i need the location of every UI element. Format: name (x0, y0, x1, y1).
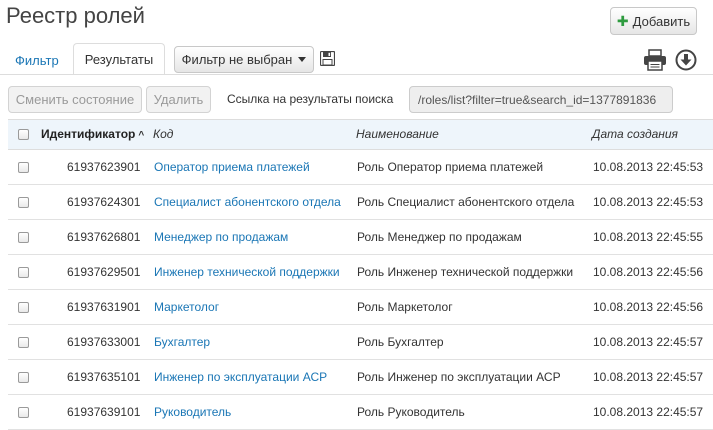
row-created-date: 10.08.2013 22:45:56 (593, 265, 704, 279)
row-id: 61937624301 (67, 195, 141, 209)
chevron-down-icon (298, 57, 307, 62)
print-icon[interactable] (643, 49, 667, 71)
row-id: 61937635101 (67, 370, 141, 384)
row-created-date: 10.08.2013 22:45:57 (593, 370, 704, 384)
row-code-link[interactable]: Менеджер по продажам (154, 230, 288, 244)
sort-ascending-icon: ^ (138, 130, 145, 141)
column-header-created[interactable]: Дата создания (592, 127, 678, 141)
row-name: Роль Оператор приема платежей (357, 160, 544, 174)
row-checkbox[interactable] (18, 197, 29, 208)
add-button[interactable]: ✚ Добавить (610, 7, 697, 35)
row-checkbox[interactable] (18, 267, 29, 278)
page-title: Реестр ролей (6, 3, 145, 28)
row-created-date: 10.08.2013 22:45:57 (593, 405, 704, 419)
table-row: 61937639101 Руководитель Роль Руководитель… (8, 395, 713, 430)
row-code-link[interactable]: Бухгалтер (154, 335, 210, 349)
row-checkbox[interactable] (18, 302, 29, 313)
tabs-divider (0, 74, 713, 75)
search-link-label: Ссылка на результаты поиска (227, 92, 394, 106)
row-id: 61937639101 (67, 405, 141, 419)
row-checkbox[interactable] (18, 337, 29, 348)
row-id: 61937623901 (67, 160, 141, 174)
row-id: 61937629501 (67, 265, 141, 279)
row-id: 61937633001 (67, 335, 141, 349)
row-checkbox[interactable] (18, 232, 29, 243)
row-checkbox[interactable] (18, 407, 29, 418)
tab-results-label: Результаты (84, 51, 154, 67)
row-name: Роль Маркетолог (357, 300, 453, 314)
column-header-id[interactable]: Идентификатор ^ (41, 127, 144, 141)
select-all-checkbox[interactable] (18, 129, 29, 140)
row-checkbox[interactable] (18, 162, 29, 173)
plus-icon: ✚ (616, 12, 629, 29)
row-id: 61937626801 (67, 230, 141, 244)
row-created-date: 10.08.2013 22:45:57 (593, 335, 704, 349)
delete-button[interactable]: Удалить (146, 86, 211, 113)
change-state-button[interactable]: Сменить состояние (8, 86, 142, 113)
row-name: Роль Инженер по эксплуатации АСР (357, 370, 561, 384)
row-code-link[interactable]: Специалист абонентского отдела (154, 195, 341, 209)
row-name: Роль Менеджер по продажам (357, 230, 522, 244)
row-name: Роль Бухгалтер (357, 335, 444, 349)
table-header: Идентификатор ^ Код Наименование Дата соз… (8, 119, 713, 150)
column-header-name[interactable]: Наименование (356, 127, 439, 141)
row-created-date: 10.08.2013 22:45:55 (593, 230, 704, 244)
row-created-date: 10.08.2013 22:45:56 (593, 300, 704, 314)
tab-filter[interactable]: Фильтр (15, 53, 59, 68)
filter-select-value: Фильтр не выбран (181, 52, 293, 67)
row-id: 61937631901 (67, 300, 141, 314)
table-row: 61937635101 Инженер по эксплуатации АСР Ро… (8, 360, 713, 395)
table-body: 61937623901 Оператор приема платежей Роль … (8, 150, 713, 430)
row-created-date: 10.08.2013 22:45:53 (593, 195, 704, 209)
row-created-date: 10.08.2013 22:45:53 (593, 160, 704, 174)
column-header-id-label: Идентификатор (41, 127, 136, 141)
column-header-code[interactable]: Код (153, 127, 173, 141)
row-name: Роль Инженер технической поддержки (357, 265, 574, 279)
row-name: Роль Специалист абонентского отдела (357, 195, 575, 209)
table-row: 61937629501 Инженер технической поддержки… (8, 255, 713, 290)
table-row: 61937626801 Менеджер по продажам Роль Мене… (8, 220, 713, 255)
row-code-link[interactable]: Маркетолог (154, 300, 219, 314)
table-row: 61937623901 Оператор приема платежей Роль … (8, 150, 713, 185)
download-icon[interactable] (675, 49, 697, 71)
row-checkbox[interactable] (18, 372, 29, 383)
search-link-field[interactable]: /roles/list?filter=true&search_id=137789… (409, 86, 673, 113)
add-button-label: Добавить (632, 13, 691, 29)
tab-results[interactable]: Результаты (73, 43, 165, 75)
filter-select[interactable]: Фильтр не выбран (174, 46, 314, 73)
table-row: 61937624301 Специалист абонентского отдел… (8, 185, 713, 220)
save-icon[interactable] (320, 51, 335, 66)
row-code-link[interactable]: Инженер по эксплуатации АСР (154, 370, 327, 384)
roles-table: Идентификатор ^ Код Наименование Дата соз… (8, 119, 713, 430)
row-code-link[interactable]: Инженер технической поддержки (154, 265, 340, 279)
table-row: 61937633001 Бухгалтер Роль Бухгалтер 10.08.… (8, 325, 713, 360)
row-code-link[interactable]: Руководитель (154, 405, 231, 419)
table-row: 61937631901 Маркетолог Роль Маркетолог 10.0… (8, 290, 713, 325)
row-code-link[interactable]: Оператор приема платежей (154, 160, 310, 174)
row-name: Роль Руководитель (357, 405, 465, 419)
